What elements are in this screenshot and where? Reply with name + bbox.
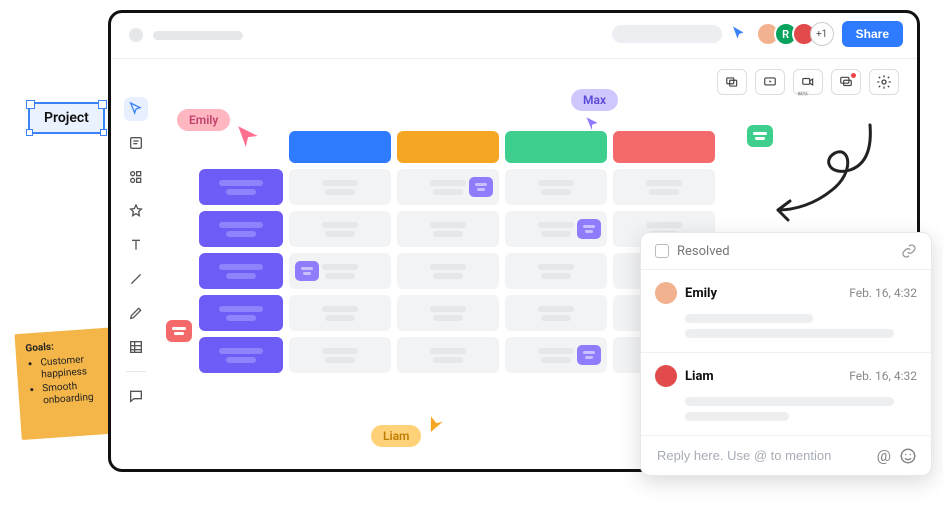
toolbar-separator bbox=[126, 371, 146, 372]
comments-icon[interactable] bbox=[831, 69, 861, 95]
video-icon[interactable]: BETA bbox=[793, 69, 823, 95]
cursor-label-emily: Emily bbox=[177, 109, 230, 131]
row-header[interactable] bbox=[199, 295, 283, 331]
cursor-arrow-icon bbox=[423, 411, 445, 433]
app-logo-placeholder bbox=[129, 28, 143, 42]
cell-note-icon[interactable] bbox=[577, 345, 601, 365]
beta-badge: BETA bbox=[797, 91, 809, 96]
cursor-label-liam: Liam bbox=[371, 425, 421, 447]
grid-cell[interactable] bbox=[613, 169, 715, 205]
text-tool-icon[interactable] bbox=[124, 233, 148, 257]
grid-cell[interactable] bbox=[505, 253, 607, 289]
comment-thread-item[interactable]: Emily Feb. 16, 4:32 bbox=[641, 270, 931, 353]
grid-cell[interactable] bbox=[505, 295, 607, 331]
row-header[interactable] bbox=[199, 169, 283, 205]
column-header[interactable] bbox=[289, 131, 391, 163]
comment-reply-row: @ bbox=[641, 436, 931, 475]
project-tag-text: Project bbox=[44, 110, 89, 126]
link-icon[interactable] bbox=[901, 243, 917, 259]
cursor-label-max: Max bbox=[571, 89, 618, 111]
project-selection-tag[interactable]: Project bbox=[28, 102, 105, 134]
line-tool-icon[interactable] bbox=[124, 267, 148, 291]
cell-note-icon[interactable] bbox=[469, 177, 493, 197]
column-header[interactable] bbox=[397, 131, 499, 163]
hand-drawn-arrow-icon bbox=[760, 120, 880, 240]
frames-icon[interactable] bbox=[717, 69, 747, 95]
star-tool-icon[interactable] bbox=[124, 199, 148, 223]
row-header[interactable] bbox=[199, 337, 283, 373]
resolved-label: Resolved bbox=[677, 244, 730, 259]
top-bar-right: R +1 Share bbox=[612, 21, 903, 47]
top-bar: R +1 Share bbox=[111, 13, 917, 59]
comment-author: Emily bbox=[685, 286, 717, 301]
reply-input[interactable] bbox=[655, 447, 869, 464]
emoji-icon[interactable] bbox=[899, 447, 917, 465]
presence-avatars[interactable]: R +1 bbox=[756, 22, 834, 46]
select-tool-icon[interactable] bbox=[124, 97, 148, 121]
comment-body-placeholder bbox=[655, 314, 917, 338]
multiplayer-cursor-icon bbox=[730, 25, 748, 43]
grid-cell[interactable] bbox=[505, 211, 607, 247]
secondary-toolbar: BETA bbox=[717, 69, 899, 95]
settings-gear-icon[interactable] bbox=[869, 69, 899, 95]
row-header[interactable] bbox=[199, 253, 283, 289]
left-toolbar bbox=[121, 97, 151, 408]
comment-author: Liam bbox=[685, 369, 714, 384]
present-icon[interactable] bbox=[755, 69, 785, 95]
table-tool-icon[interactable] bbox=[124, 335, 148, 359]
cursor-arrow-icon bbox=[581, 111, 603, 133]
cell-note-icon[interactable] bbox=[577, 219, 601, 239]
avatar bbox=[655, 365, 677, 387]
row-header[interactable] bbox=[199, 211, 283, 247]
doc-title-placeholder[interactable] bbox=[153, 31, 243, 40]
column-header[interactable] bbox=[505, 131, 607, 163]
grid-cell[interactable] bbox=[397, 253, 499, 289]
grid-cell[interactable] bbox=[289, 253, 391, 289]
comment-time: Feb. 16, 4:32 bbox=[849, 286, 917, 300]
comment-body-placeholder bbox=[655, 397, 917, 421]
grid-cell[interactable] bbox=[505, 337, 607, 373]
shapes-tool-icon[interactable] bbox=[124, 165, 148, 189]
grid-cell[interactable] bbox=[289, 211, 391, 247]
content-grid[interactable] bbox=[199, 131, 715, 379]
grid-cell[interactable] bbox=[397, 295, 499, 331]
avatar bbox=[655, 282, 677, 304]
mention-icon[interactable]: @ bbox=[877, 446, 891, 465]
share-button[interactable]: Share bbox=[842, 21, 903, 47]
canvas-comment-pin[interactable] bbox=[166, 320, 192, 342]
grid-cell[interactable] bbox=[289, 169, 391, 205]
comment-thread-item[interactable]: Liam Feb. 16, 4:32 bbox=[641, 353, 931, 436]
comment-panel-header: Resolved bbox=[641, 233, 931, 270]
comment-tool-icon[interactable] bbox=[124, 384, 148, 408]
avatar-overflow[interactable]: +1 bbox=[810, 22, 834, 46]
top-bar-left bbox=[129, 28, 243, 42]
column-header[interactable] bbox=[613, 131, 715, 163]
cell-note-icon[interactable] bbox=[295, 261, 319, 281]
comment-panel[interactable]: Resolved Emily Feb. 16, 4:32 Liam Feb. 1… bbox=[640, 232, 932, 476]
grid-cell[interactable] bbox=[289, 337, 391, 373]
comment-time: Feb. 16, 4:32 bbox=[849, 369, 917, 383]
pen-tool-icon[interactable] bbox=[124, 301, 148, 325]
search-placeholder-bar[interactable] bbox=[612, 25, 722, 43]
grid-cell[interactable] bbox=[505, 169, 607, 205]
resolved-checkbox[interactable] bbox=[655, 244, 669, 258]
grid-cell[interactable] bbox=[397, 337, 499, 373]
grid-cell[interactable] bbox=[397, 169, 499, 205]
grid-cell[interactable] bbox=[289, 295, 391, 331]
grid-cell[interactable] bbox=[397, 211, 499, 247]
note-tool-icon[interactable] bbox=[124, 131, 148, 155]
